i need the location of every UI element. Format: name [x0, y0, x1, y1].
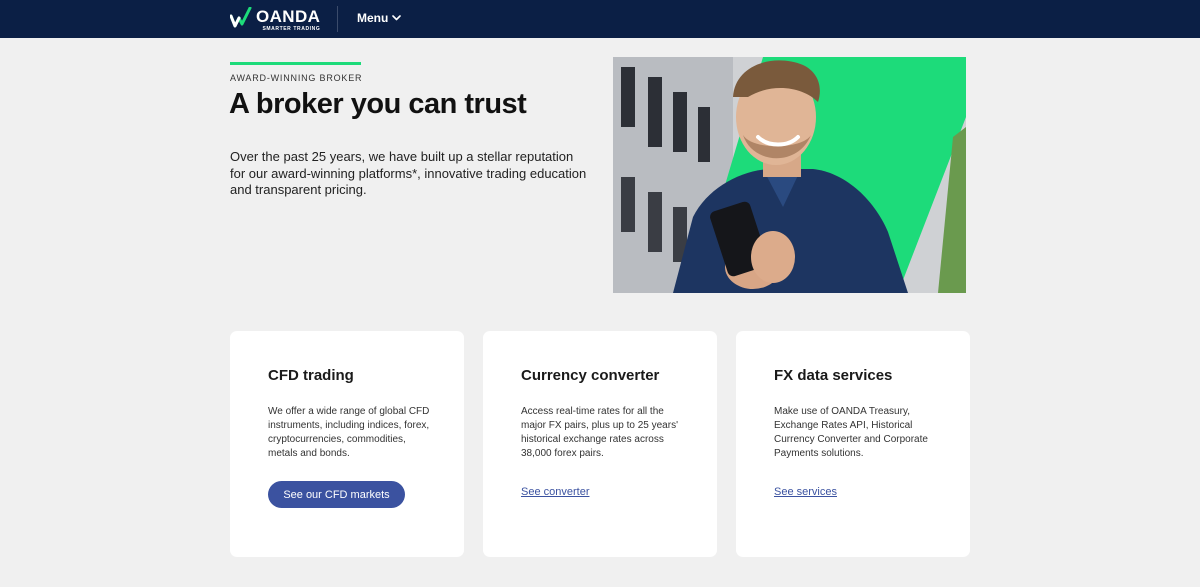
oanda-logo-icon [230, 7, 252, 28]
top-nav-bar: OANDA SMARTER TRADING Menu [0, 0, 1200, 38]
menu-button[interactable]: Menu [357, 11, 402, 25]
see-converter-link[interactable]: See converter [521, 486, 589, 498]
hero-eyebrow: AWARD-WINNING BROKER [230, 73, 363, 83]
logo-tagline: SMARTER TRADING [262, 26, 321, 32]
card-description: Make use of OANDA Treasury, Exchange Rat… [774, 406, 928, 459]
see-services-link[interactable]: See services [774, 486, 837, 498]
menu-button-label: Menu [357, 11, 389, 25]
nav-divider [337, 6, 338, 32]
card-cfd-trading: CFD trading We offer a wide range of glo… [230, 331, 464, 557]
card-title: Currency converter [521, 367, 660, 384]
hero-accent-rule [230, 62, 361, 65]
logo-wordmark: OANDA [256, 7, 321, 26]
page-title: A broker you can trust [229, 88, 527, 120]
card-description: Access real-time rates for all the major… [521, 406, 678, 459]
card-title: CFD trading [268, 367, 354, 384]
smiling-man-with-phone-illustration [613, 57, 966, 293]
card-fx-data-services: FX data services Make use of OANDA Treas… [736, 331, 970, 557]
card-description: We offer a wide range of global CFD inst… [268, 406, 430, 459]
see-cfd-markets-button[interactable]: See our CFD markets [268, 481, 405, 508]
hero-description: Over the past 25 years, we have built up… [230, 149, 587, 197]
oanda-logo[interactable]: OANDA SMARTER TRADING [230, 6, 320, 32]
card-title: FX data services [774, 367, 893, 384]
hero-image [613, 57, 966, 293]
chevron-down-icon [392, 15, 402, 21]
card-currency-converter: Currency converter Access real-time rate… [483, 331, 717, 557]
